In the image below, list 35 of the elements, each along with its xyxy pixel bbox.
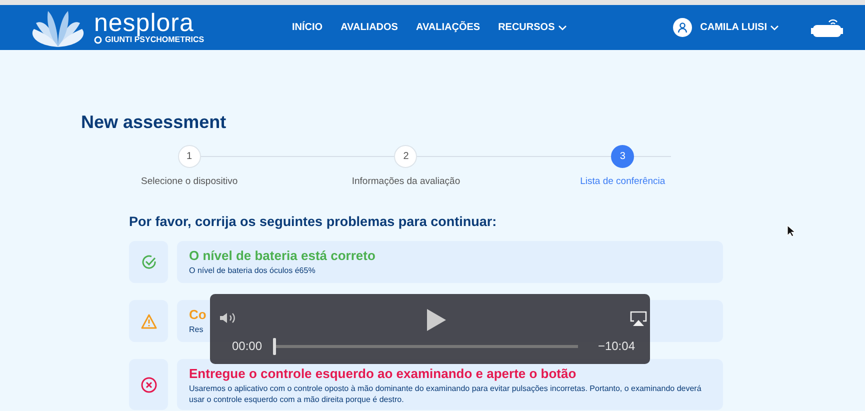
logo-icon [30,8,86,46]
check-title: O nível de bateria está correto [189,248,376,263]
nav-link[interactable]: AVALIADOS [340,22,398,33]
check-title: Entregue o controle esquerdo ao examinando e aperte o botão [189,366,576,381]
current-time: 00:00 [232,339,262,353]
step-label: Informações da avaliação [352,176,460,187]
brand-mark-icon [94,36,102,44]
airplay-icon[interactable] [630,311,647,327]
page-title: New assessment [81,112,228,133]
step-number: 1 [178,145,201,168]
mouse-pointer-icon [787,225,795,237]
brand-name: nesplora [94,11,194,35]
nav-link[interactable]: RECURSOS [498,22,567,33]
check-description: Res [189,324,204,335]
check-description: O nível de bateria dos óculos é65% [189,265,316,276]
play-icon[interactable] [426,308,447,332]
vr-headset-icon[interactable] [811,18,843,38]
check-circle-icon [140,254,156,270]
error-icon [140,376,156,392]
check-title: Co [189,307,206,322]
chevron-down-icon [770,24,779,30]
step-label: Lista de conferência [580,176,666,187]
section-heading: Por favor, corrija os seguintes problemas para continuar: [129,214,498,229]
step-number: 2 [394,145,418,168]
brand-subtitle: GIUNTI PSYCHOMETRICS [105,35,204,44]
nav-link[interactable]: AVALIAÇÕES [416,22,480,33]
progress-thumb[interactable] [273,338,276,355]
step-label: Selecione o dispositivo [141,176,238,187]
warning-icon [140,314,156,328]
check-description: Usaremos o aplicativo com o controle oposto à mão dominante do examinando para evitar pulsações incorretas. Portanto, o examinando deverá usar o controle esquerdo com a mão direita porque é destro. [189,383,702,405]
step-number: 3 [611,145,634,168]
user-menu[interactable]: CAMILA LUISI [700,22,779,33]
user-avatar-icon [673,18,692,37]
nav-link[interactable]: INÍCIO [292,22,323,33]
remaining-time: −10:04 [598,339,635,353]
